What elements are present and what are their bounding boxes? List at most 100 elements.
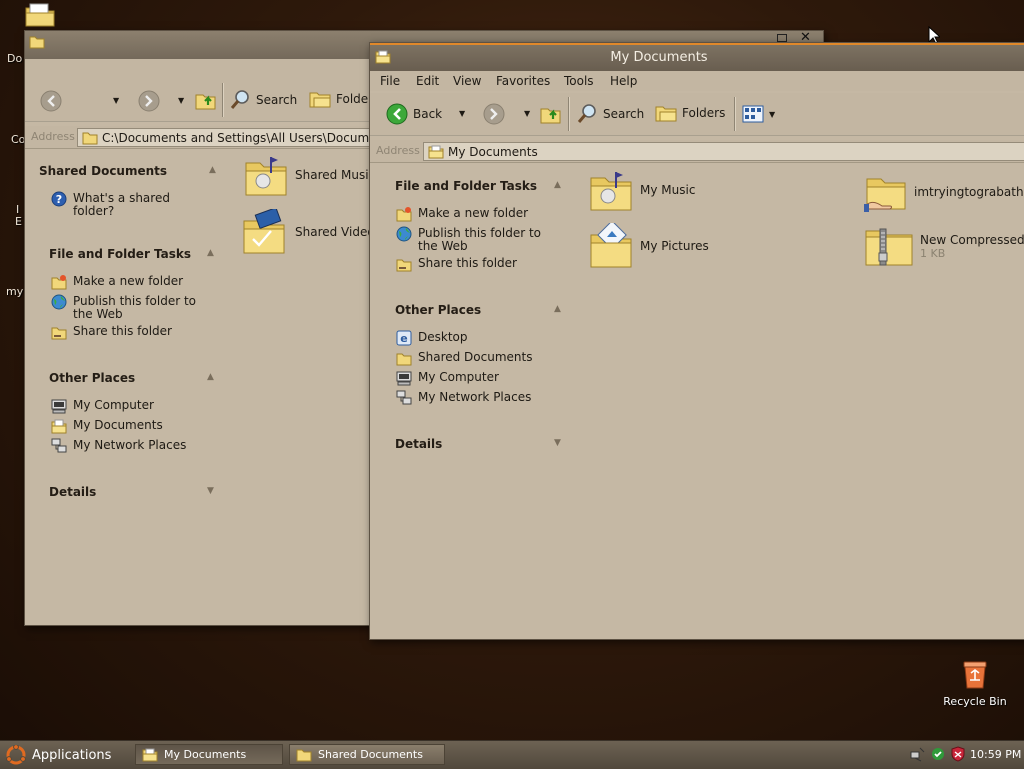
address-label: Address [31,130,75,143]
desktop-icon-label-fragment[interactable]: E [15,215,22,228]
pane-header-file-folder-tasks[interactable]: File and Folder Tasks [395,179,537,193]
pane-link-label: Shared Documents [418,350,533,364]
pane-link-make-new-folder[interactable]: Make a new folder [51,275,211,290]
forward-dropdown-button[interactable]: ▼ [524,109,530,118]
up-folder-button[interactable] [195,89,217,111]
views-button[interactable]: ▼ [742,105,775,123]
collapse-chevron-icon[interactable]: ▲ [209,165,216,175]
pane-link-share-folder[interactable]: Share this folder [396,257,556,272]
file-item-shared-music[interactable]: Shared Music [243,153,375,197]
back-button[interactable] [39,89,63,113]
back-button[interactable]: Back [386,103,442,125]
forward-dropdown-button[interactable]: ▼ [178,96,184,105]
pane-link-label: Publish this folder to the Web [73,294,196,321]
expand-chevron-icon[interactable]: ▼ [207,486,214,496]
pane-link-share-folder[interactable]: Share this folder [51,325,211,340]
maximize-button[interactable] [777,34,787,42]
pane-link-label: My Network Places [418,390,532,404]
taskbar: Applications My Documents Shared Documen… [0,740,1024,769]
pane-link-publish-web[interactable]: Publish this folder to the Web [51,294,201,321]
file-item-my-pictures[interactable]: My Pictures [588,223,709,269]
pictures-folder-icon [588,223,634,269]
pane-header-other-places[interactable]: Other Places [49,371,135,385]
taskbar-button-shared-documents[interactable]: Shared Documents [289,744,445,765]
pane-link-publish-web[interactable]: Publish this folder to the Web [396,226,546,253]
folders-button[interactable]: Folders [655,103,725,123]
folders-label: Folders [682,106,726,120]
forward-button[interactable] [137,89,161,113]
recycle-bin[interactable]: Recycle Bin [938,660,1012,708]
address-label: Address [376,144,420,157]
search-icon [229,89,251,111]
menu-tools[interactable]: Tools [564,74,594,88]
file-item-compressed[interactable]: New Compressed ( 1 KB [864,225,1024,267]
search-button[interactable]: Search [229,89,297,111]
pane-header-shared-documents[interactable]: Shared Documents [39,164,167,178]
titlebar[interactable]: My Documents [370,43,1024,73]
back-dropdown-button[interactable]: ▼ [113,96,119,105]
pane-header-details[interactable]: Details [395,437,442,451]
clock[interactable]: 10:59 PM [970,748,1021,761]
pane-link-my-network-places[interactable]: My Network Places [51,438,211,454]
pane-link-my-documents[interactable]: My Documents [51,419,211,434]
security-tray-icon[interactable] [930,746,946,762]
pane-header-other-places[interactable]: Other Places [395,303,481,317]
pane-link-label: My Network Places [73,438,187,452]
pane-link-shared-documents[interactable]: Shared Documents [396,351,556,366]
menu-favorites[interactable]: Favorites [496,74,550,88]
search-icon [576,103,598,125]
pane-link-label: What's a shared folder? [73,191,170,218]
pane-header-details[interactable]: Details [49,485,96,499]
pane-header-file-folder-tasks[interactable]: File and Folder Tasks [49,247,191,261]
collapse-chevron-icon[interactable]: ▲ [554,304,561,314]
window-my-documents[interactable]: My Documents File Edit View Favorites To… [369,42,1024,640]
back-dropdown-button[interactable]: ▼ [459,109,465,118]
svg-text:?: ? [56,193,62,206]
desktop-icon-label-fragment[interactable]: Do [7,52,22,65]
window-title: My Documents [610,50,708,65]
folder-icon[interactable] [24,2,56,28]
shield-tray-icon[interactable] [950,746,966,762]
taskbar-button-my-documents[interactable]: My Documents [135,744,283,765]
file-item-my-music[interactable]: My Music [588,168,695,212]
back-arrow-icon [39,89,63,113]
toolbar-separator [734,97,736,131]
menu-help[interactable]: Help [610,74,637,88]
computer-icon [396,370,412,386]
applications-menu-button[interactable]: Applications [6,745,111,765]
pane-link-label: Share this folder [73,324,172,338]
menu-view[interactable]: View [453,74,481,88]
collapse-chevron-icon[interactable]: ▲ [207,248,214,258]
recycle-bin-label: Recycle Bin [943,695,1007,708]
pane-link-my-computer[interactable]: My Computer [396,371,556,386]
globe-icon [51,294,67,310]
forward-button[interactable] [483,103,505,125]
desktop-icon: e [396,330,412,346]
pane-link-desktop[interactable]: e Desktop [396,330,556,346]
file-item-shared-folder[interactable]: imtryingtograbathe [864,171,1024,213]
toolbar: Back ▼ ▼ Search Folders ▼ [370,93,1024,136]
folder-icon [396,350,412,366]
pane-link-my-network-places[interactable]: My Network Places [396,390,556,406]
menu-edit[interactable]: Edit [416,74,439,88]
file-label: imtryingtograbathe [914,185,1024,199]
share-folder-icon [396,256,412,272]
search-button[interactable]: Search [576,103,644,125]
file-text: New Compressed ( 1 KB [920,233,1024,260]
address-value: C:\Documents and Settings\All Users\Docu… [102,130,385,145]
up-folder-button[interactable] [540,103,562,125]
collapse-chevron-icon[interactable]: ▲ [207,372,214,382]
pane-link-whats-shared[interactable]: ? What's a shared folder? [51,191,181,218]
pane-link-my-computer[interactable]: My Computer [51,399,211,414]
collapse-chevron-icon[interactable]: ▲ [554,180,561,190]
file-item-shared-video[interactable]: Shared Video [241,209,375,255]
network-icon [51,438,67,454]
desktop-icon-label-fragment[interactable]: my [6,285,23,298]
menu-file[interactable]: File [380,74,400,88]
folders-button[interactable]: Folder [309,89,373,109]
expand-chevron-icon[interactable]: ▼ [554,438,561,448]
network-tray-icon[interactable] [910,746,926,762]
address-field[interactable]: My Documents [423,142,1024,161]
search-label: Search [256,93,298,107]
pane-link-make-new-folder[interactable]: Make a new folder [396,207,556,222]
